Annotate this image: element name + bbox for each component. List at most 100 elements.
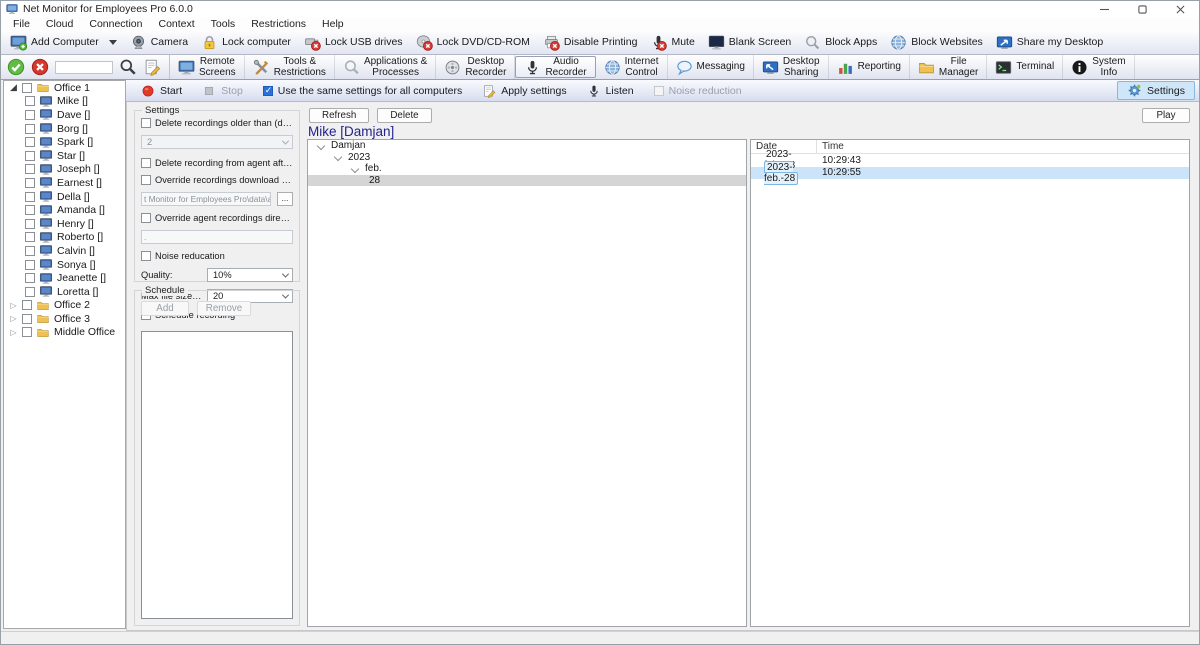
- tab-tools-restrictions[interactable]: Tools & Restrictions: [245, 55, 335, 79]
- recording-node-damjan[interactable]: Damjan: [308, 140, 746, 152]
- toolbar-lock-computer-button[interactable]: Lock computer: [196, 32, 299, 53]
- toolbar-add-computer-button[interactable]: Add Computer: [5, 32, 125, 53]
- connect-ok-icon[interactable]: [7, 58, 25, 76]
- delete-older-days-select[interactable]: 2: [141, 135, 293, 149]
- tab-file-manager[interactable]: File Manager: [910, 55, 987, 79]
- tree-computer-amanda[interactable]: Amanda []: [4, 203, 125, 217]
- computer-checkbox[interactable]: [25, 192, 35, 202]
- menu-context[interactable]: Context: [150, 18, 202, 30]
- schedule-list[interactable]: [141, 331, 293, 619]
- override-download-checkbox-box[interactable]: [141, 175, 151, 185]
- computer-checkbox[interactable]: [25, 96, 35, 106]
- table-row[interactable]: 2023-feb.-2810:29:55: [751, 167, 1189, 180]
- menu-help[interactable]: Help: [314, 18, 352, 30]
- computer-checkbox[interactable]: [25, 219, 35, 229]
- group-checkbox[interactable]: [22, 314, 32, 324]
- toolbar-block-apps-button[interactable]: Block Apps: [799, 32, 885, 53]
- computer-checkbox[interactable]: [25, 246, 35, 256]
- collapse-arrow-icon[interactable]: ◢: [9, 82, 18, 93]
- tree-group-office-3[interactable]: ▷Office 3: [4, 312, 125, 326]
- computer-checkbox[interactable]: [25, 205, 35, 215]
- tree-computer-roberto[interactable]: Roberto []: [4, 231, 125, 245]
- recording-node-2023[interactable]: 2023: [308, 152, 746, 164]
- tab-desktop-recorder[interactable]: Desktop Recorder: [436, 55, 515, 79]
- tab-internet-control[interactable]: Internet Control: [596, 55, 668, 79]
- start-recording-button[interactable]: Start: [134, 80, 189, 101]
- quality-select[interactable]: 10%: [207, 268, 293, 282]
- same-settings-checkbox-box[interactable]: [263, 86, 273, 96]
- tab-reporting[interactable]: Reporting: [829, 55, 910, 79]
- chevron-down-icon[interactable]: [351, 165, 359, 173]
- tab-system-info[interactable]: System Info: [1063, 55, 1134, 79]
- tab-remote-screens[interactable]: Remote Screens: [170, 55, 245, 79]
- agent-directory-field[interactable]: .: [141, 230, 293, 244]
- toolbar-disable-printing-button[interactable]: Disable Printing: [538, 32, 646, 53]
- close-button[interactable]: [1161, 1, 1199, 17]
- tree-computer-mike[interactable]: Mike []: [4, 95, 125, 109]
- expand-arrow-icon[interactable]: ▷: [9, 328, 18, 337]
- tree-computer-henry[interactable]: Henry []: [4, 217, 125, 231]
- same-settings-checkbox[interactable]: Use the same settings for all computers: [256, 80, 469, 101]
- tree-computer-borg[interactable]: Borg []: [4, 122, 125, 136]
- delete-older-checkbox-box[interactable]: [141, 118, 151, 128]
- tree-computer-spark[interactable]: Spark []: [4, 135, 125, 149]
- tree-computer-jeanette[interactable]: Jeanette []: [4, 271, 125, 285]
- computer-checkbox[interactable]: [25, 110, 35, 120]
- computer-checkbox[interactable]: [25, 287, 35, 297]
- recording-node-28[interactable]: 28: [308, 175, 746, 187]
- tab-applications-processes[interactable]: Applications & Processes: [335, 55, 436, 79]
- toolbar-mute-button[interactable]: Mute: [645, 32, 702, 53]
- dropdown-caret-icon[interactable]: [109, 40, 117, 45]
- toolbar-blank-screen-button[interactable]: Blank Screen: [703, 32, 799, 53]
- search-icon[interactable]: [119, 58, 137, 76]
- noise-reduction-checkbox[interactable]: Noise reduction: [647, 80, 749, 101]
- minimize-button[interactable]: [1085, 1, 1123, 17]
- expand-arrow-icon[interactable]: ▷: [9, 314, 18, 323]
- toolbar-lock-usb-drives-button[interactable]: Lock USB drives: [299, 32, 411, 53]
- settings-button[interactable]: Settings: [1117, 81, 1195, 100]
- expand-arrow-icon[interactable]: ▷: [9, 301, 18, 310]
- chevron-down-icon[interactable]: [334, 153, 342, 161]
- tab-desktop-sharing[interactable]: Desktop Sharing: [754, 55, 829, 79]
- toolbar-camera-button[interactable]: Camera: [125, 32, 196, 53]
- override-agent-checkbox[interactable]: Override agent recordings directory:: [141, 213, 293, 223]
- maximize-button[interactable]: [1123, 1, 1161, 17]
- toolbar-block-websites-button[interactable]: Block Websites: [885, 32, 991, 53]
- chevron-down-icon[interactable]: [317, 142, 325, 150]
- delete-after-download-checkbox[interactable]: Delete recording from agent after downlo…: [141, 158, 293, 168]
- menu-cloud[interactable]: Cloud: [38, 18, 81, 30]
- menu-file[interactable]: File: [5, 18, 38, 30]
- download-directory-field[interactable]: t Monitor for Employees Pro\data\audio-r…: [141, 192, 271, 206]
- column-header-time[interactable]: Time: [817, 141, 844, 152]
- menu-tools[interactable]: Tools: [203, 18, 244, 30]
- computer-checkbox[interactable]: [25, 178, 35, 188]
- computer-checkbox[interactable]: [25, 137, 35, 147]
- computer-checkbox[interactable]: [25, 151, 35, 161]
- menu-restrictions[interactable]: Restrictions: [243, 18, 314, 30]
- computer-checkbox[interactable]: [25, 260, 35, 270]
- group-checkbox[interactable]: [22, 83, 32, 93]
- delete-button[interactable]: Delete: [377, 108, 431, 123]
- tab-terminal[interactable]: Terminal: [987, 55, 1063, 79]
- computer-checkbox[interactable]: [25, 164, 35, 174]
- connect-fail-icon[interactable]: [31, 58, 49, 76]
- apply-settings-button[interactable]: Apply settings: [475, 80, 573, 101]
- delete-after-download-checkbox-box[interactable]: [141, 158, 151, 168]
- search-input[interactable]: [55, 61, 113, 74]
- computer-checkbox[interactable]: [25, 232, 35, 242]
- noise-reducation-checkbox[interactable]: Noise reducation: [141, 251, 293, 261]
- listen-button[interactable]: Listen: [580, 80, 641, 101]
- noise-reducation-checkbox-box[interactable]: [141, 251, 151, 261]
- stop-recording-button[interactable]: Stop: [195, 80, 250, 101]
- log-icon[interactable]: [143, 58, 161, 76]
- tree-group-office-2[interactable]: ▷Office 2: [4, 299, 125, 313]
- noise-reduction-checkbox-box[interactable]: [654, 86, 664, 96]
- remove-schedule-button[interactable]: Remove: [197, 301, 251, 316]
- tab-audio-recorder[interactable]: Audio Recorder: [515, 56, 595, 78]
- tree-computer-calvin[interactable]: Calvin []: [4, 244, 125, 258]
- override-agent-checkbox-box[interactable]: [141, 213, 151, 223]
- refresh-button[interactable]: Refresh: [309, 108, 369, 123]
- tree-computer-dave[interactable]: Dave []: [4, 108, 125, 122]
- tree-computer-loretta[interactable]: Loretta []: [4, 285, 125, 299]
- tree-group-office-1[interactable]: ◢Office 1: [4, 81, 125, 95]
